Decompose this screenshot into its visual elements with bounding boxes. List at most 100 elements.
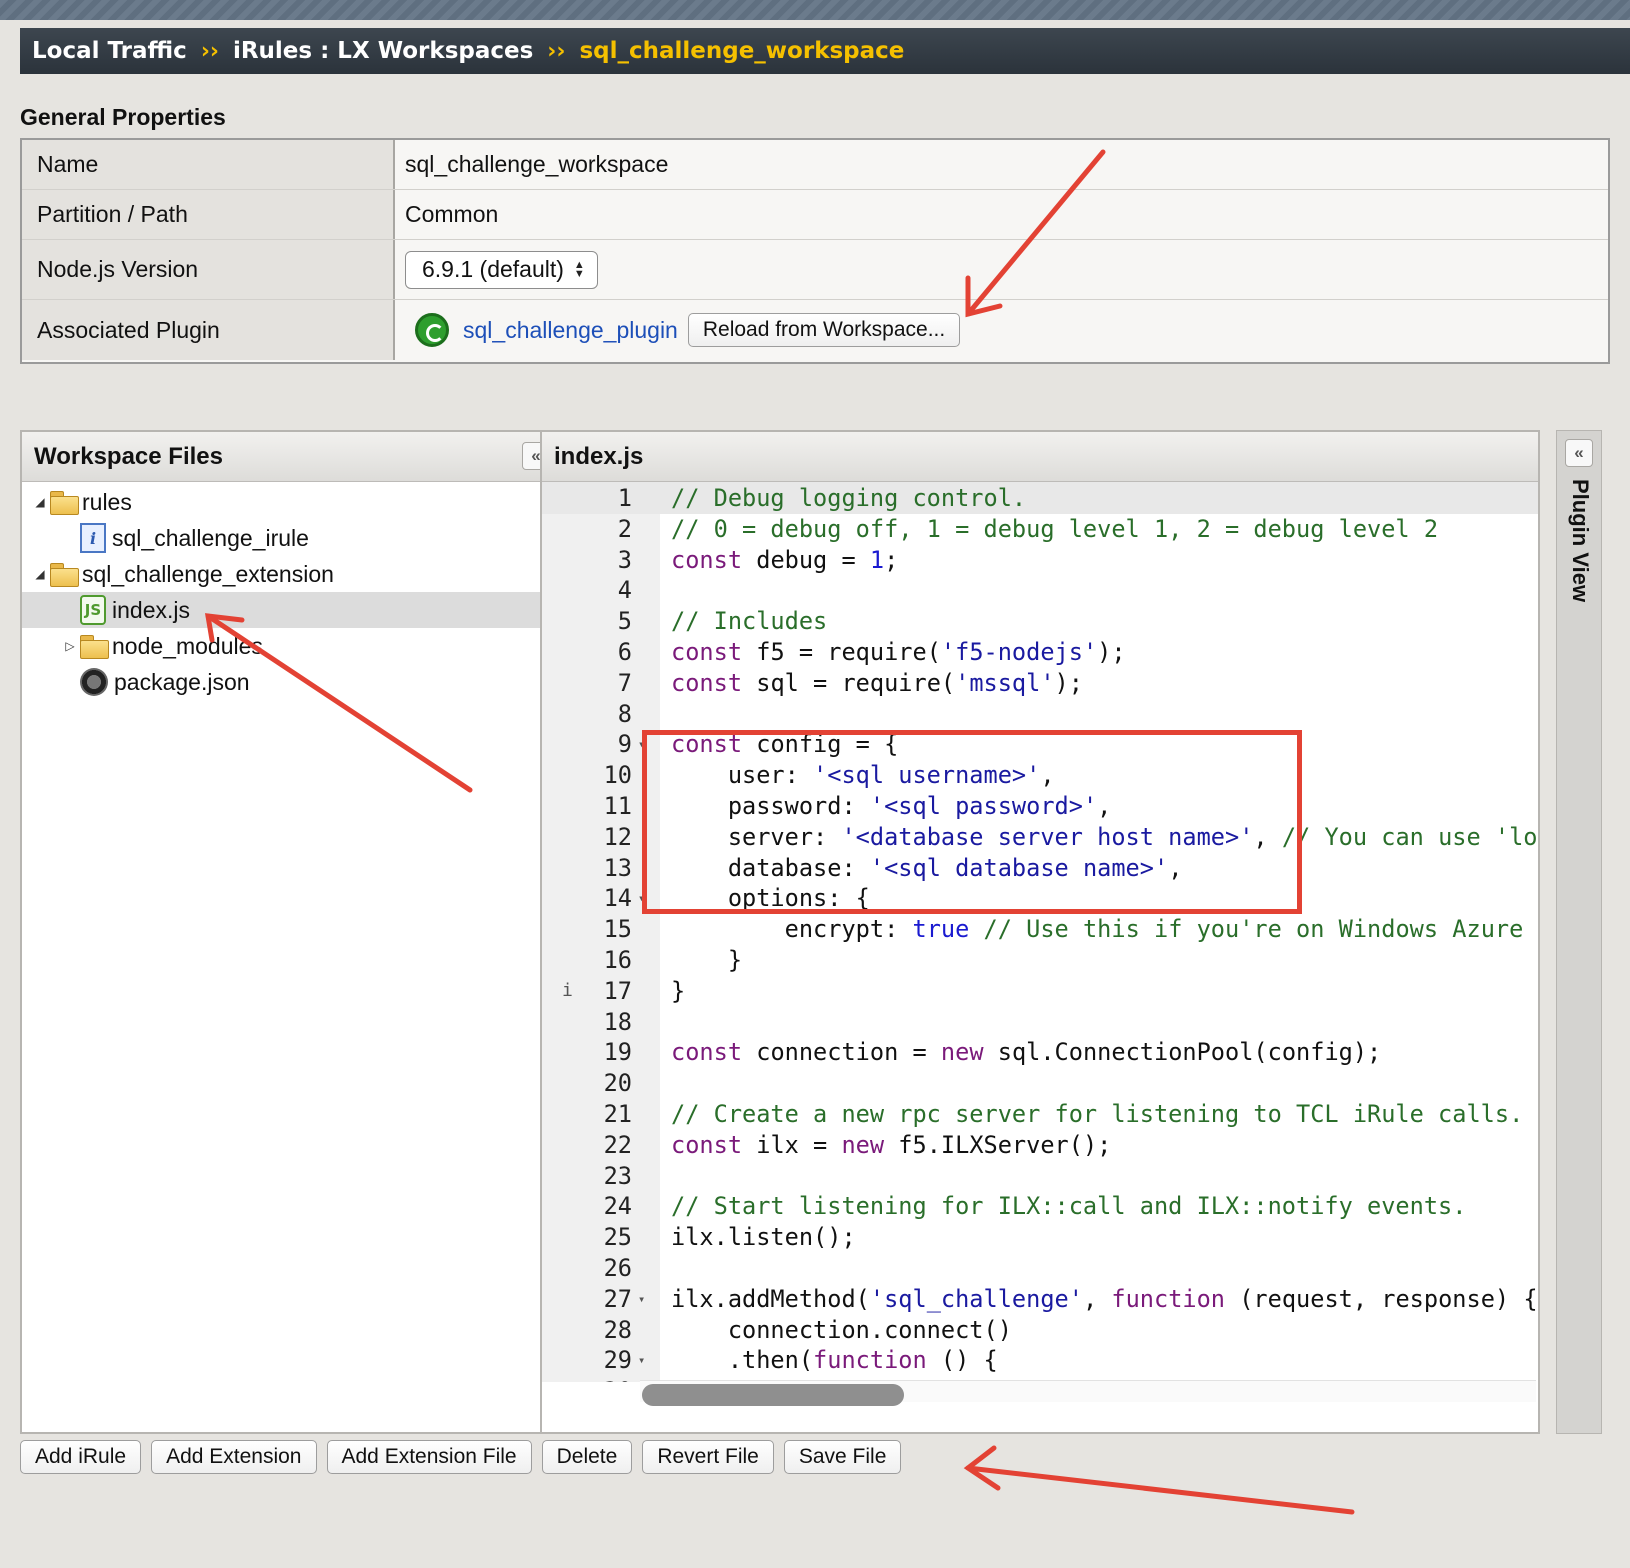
code-text: user: '<sql username>',	[671, 759, 1055, 791]
code-line: 15 encrypt: true // Use this if you're o…	[542, 913, 1538, 945]
fold-toggle-icon[interactable]: ▾	[638, 728, 645, 760]
line-number: 2	[617, 514, 632, 543]
plugin-view-panel: « Plugin View	[1556, 430, 1602, 1434]
code-token: );	[1054, 668, 1083, 697]
code-line: 7 const sql = require('mssql');	[542, 667, 1538, 699]
tree-item-label: index.js	[112, 596, 190, 623]
code-line: 13 database: '<sql database name>',	[542, 852, 1538, 884]
plugin-view-collapse-icon[interactable]: «	[1565, 439, 1593, 467]
tree-item[interactable]: JS index.js	[22, 592, 558, 628]
collapsed-triangle-icon[interactable]: ▷	[64, 639, 76, 653]
plugin-row: Associated Plugin sql_challenge_plugin R…	[22, 300, 1608, 360]
code-token: // Start listening for ILX::call and ILX…	[671, 1192, 1467, 1221]
code-token: ,	[1253, 822, 1282, 851]
tree-item-label: package.json	[114, 668, 250, 695]
line-number: 8	[617, 699, 632, 728]
line-number: 18	[603, 1007, 632, 1036]
code-token: 'f5-nodejs'	[940, 638, 1098, 666]
code-text: // Create a new rpc server for listening…	[671, 1098, 1523, 1130]
add-irule-button[interactable]: Add iRule	[20, 1440, 142, 1474]
code-token: function	[813, 1346, 927, 1375]
line-number: 21	[603, 1100, 632, 1128]
tree-item-label: sql_challenge_irule	[112, 524, 309, 551]
fold-toggle-icon[interactable]: ▾	[638, 882, 645, 914]
horizontal-scrollbar[interactable]	[642, 1384, 904, 1406]
code-text: connection.connect()	[671, 1314, 1012, 1346]
expand-triangle-icon[interactable]: ◢	[34, 495, 46, 509]
line-number: 26	[603, 1254, 632, 1282]
code-text: .then(function () {	[671, 1344, 998, 1376]
code-line: 3 const debug = 1;	[542, 544, 1538, 576]
breadcrumb-lx-workspaces[interactable]: iRules : LX Workspaces	[233, 38, 533, 64]
line-number: 24	[603, 1192, 632, 1221]
tree-item[interactable]: package.json	[22, 664, 558, 700]
fold-toggle-icon[interactable]: ▾	[638, 1283, 645, 1315]
code-line: 16 }	[542, 944, 1538, 976]
code-token: database:	[671, 853, 870, 882]
nodejs-version-select[interactable]: 6.9.1 (default) ▲ ▼	[405, 250, 598, 289]
code-editor-panel: index.js 1 // Debug logging control. 2 // 0…	[540, 430, 1540, 1434]
line-number: 27	[603, 1284, 632, 1313]
info-marker-icon[interactable]: i	[562, 975, 573, 1007]
code-line: 10 user: '<sql username>',	[542, 759, 1538, 791]
expand-triangle-icon[interactable]: ◢	[34, 567, 46, 581]
line-number: 6	[617, 638, 632, 666]
name-label: Name	[22, 140, 395, 189]
code-token: sql.ConnectionPool(config);	[983, 1038, 1382, 1067]
tree-item-label: sql_challenge_extension	[82, 560, 334, 587]
code-token: ilx.listen();	[671, 1223, 856, 1252]
workspace-files-panel: Workspace Files « ◢ rules i sql_challenge_i…	[20, 430, 560, 1434]
breadcrumb-local-traffic[interactable]: Local Traffic	[32, 38, 187, 64]
code-token: const	[671, 1130, 743, 1159]
name-value: sql_challenge_workspace	[405, 151, 669, 177]
line-number: 14	[603, 884, 632, 913]
code-token: // You can use 'lo	[1281, 822, 1538, 851]
code-text: ilx.addMethod('sql_challenge', function …	[671, 1283, 1538, 1315]
plugin-view-label[interactable]: Plugin View	[1567, 479, 1593, 602]
line-number: 19	[603, 1038, 632, 1067]
code-token: // Includes	[671, 607, 828, 636]
js-file-icon: JS	[80, 595, 106, 625]
code-token: .then(	[671, 1346, 814, 1375]
breadcrumb-separator: ››	[200, 38, 219, 64]
tree-item[interactable]: ◢ rules	[22, 484, 558, 520]
code-token: new	[841, 1130, 885, 1159]
tree-item[interactable]: i sql_challenge_irule	[22, 520, 558, 556]
delete-button[interactable]: Delete	[541, 1440, 633, 1474]
breadcrumb-current: sql_challenge_workspace	[579, 38, 905, 64]
code-line: 23	[542, 1160, 1538, 1192]
code-token: '<database server host name>'	[841, 822, 1254, 851]
tree-item-label: node_modules	[112, 632, 263, 659]
code-line: 12 server: '<database server host name>'…	[542, 821, 1538, 853]
line-number: 30	[542, 1375, 632, 1382]
tree-item[interactable]: ◢ sql_challenge_extension	[22, 556, 558, 592]
workspace-files-header: Workspace Files «	[22, 432, 558, 482]
code-text: const debug = 1;	[671, 544, 898, 576]
code-line: 29 ▾ .then(function () {	[542, 1344, 1538, 1376]
line-number: 16	[603, 946, 632, 974]
code-line: 8	[542, 698, 1538, 730]
general-properties-title: General Properties	[20, 104, 226, 130]
code-area[interactable]: 1 // Debug logging control. 2 // 0 = debug …	[542, 482, 1538, 1382]
line-number: 12	[603, 822, 632, 851]
line-number: 20	[603, 1069, 632, 1098]
fold-toggle-icon[interactable]: ▾	[638, 1344, 645, 1376]
add-extension-button[interactable]: Add Extension	[151, 1440, 317, 1474]
revert-file-button[interactable]: Revert File	[642, 1440, 774, 1474]
add-extension-file-button[interactable]: Add Extension File	[326, 1440, 532, 1474]
save-file-button[interactable]: Save File	[783, 1440, 902, 1474]
code-token: sql = require(	[742, 668, 956, 697]
tree-item[interactable]: ▷ node_modules	[22, 628, 558, 664]
code-line: 4	[542, 574, 1538, 606]
line-number: 29	[603, 1346, 632, 1375]
nodejs-row: Node.js Version 6.9.1 (default) ▲ ▼	[22, 240, 1608, 300]
code-token: const	[671, 638, 743, 666]
plugin-link[interactable]: sql_challenge_plugin	[463, 317, 678, 344]
code-line: 18	[542, 1006, 1538, 1038]
workspace-files-title: Workspace Files	[34, 442, 223, 470]
reload-from-workspace-button[interactable]: Reload from Workspace...	[687, 313, 961, 347]
code-token: const	[671, 1038, 743, 1067]
code-token: 'sql_challenge'	[869, 1284, 1083, 1313]
code-line: 22 const ilx = new f5.ILXServer();	[542, 1129, 1538, 1161]
